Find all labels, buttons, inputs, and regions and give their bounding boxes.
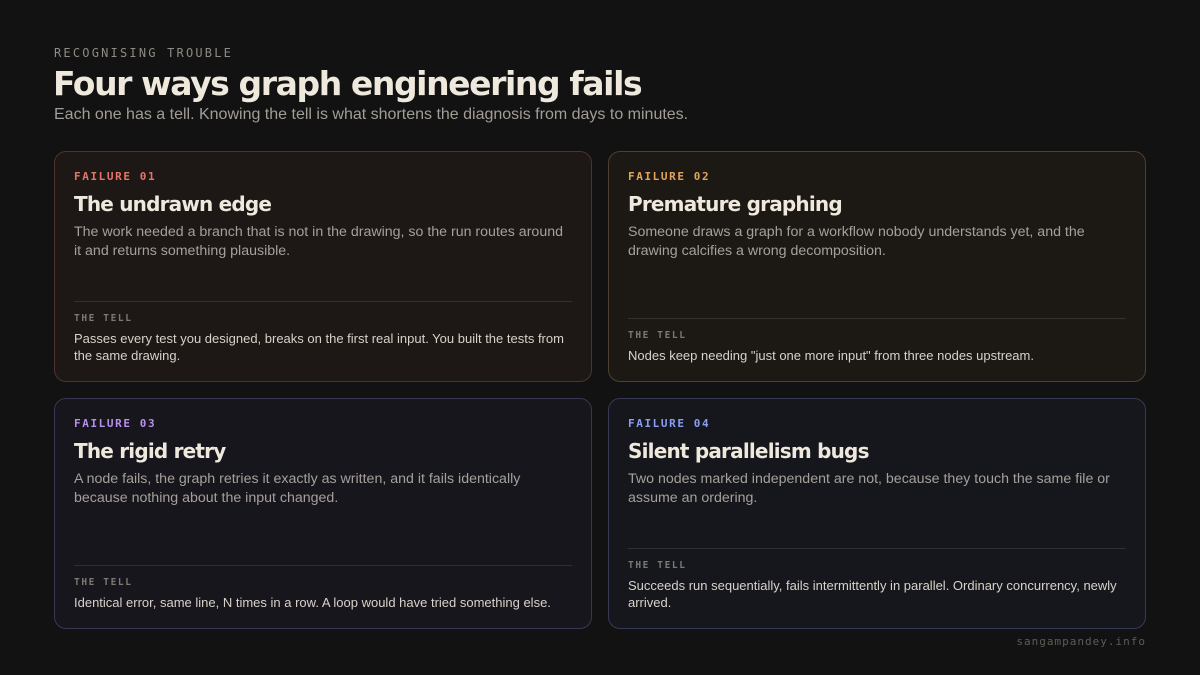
failure-description: Two nodes marked independent are not, be… <box>628 471 1110 506</box>
failure-tag: FAILURE 02 <box>628 170 711 183</box>
failure-card-02: FAILURE 02 Premature graphing Someone dr… <box>608 151 1146 382</box>
site-credit: sangampandey.info <box>1016 635 1146 648</box>
failure-title: The undrawn edge <box>74 192 272 216</box>
page-subtitle: Each one has a tell. Knowing the tell is… <box>54 106 689 123</box>
tell-label: THE TELL <box>628 330 687 341</box>
tell-label: THE TELL <box>628 560 687 571</box>
tell-text: Nodes keep needing "just one more input"… <box>628 348 1034 363</box>
failure-tag: FAILURE 04 <box>628 417 711 430</box>
page-title: Four ways graph engineering fails <box>53 64 643 103</box>
tell-text: Identical error, same line, N times in a… <box>74 595 551 610</box>
divider <box>74 301 572 302</box>
divider <box>74 565 572 566</box>
failure-description: The work needed a branch that is not in … <box>74 224 563 259</box>
failure-tag: FAILURE 01 <box>74 170 157 183</box>
failure-title: Premature graphing <box>628 192 843 216</box>
failure-description: A node fails, the graph retries it exact… <box>74 471 521 506</box>
tell-label: THE TELL <box>74 577 133 588</box>
failure-card-04: FAILURE 04 Silent parallelism bugs Two n… <box>608 398 1146 629</box>
failure-tag: FAILURE 03 <box>74 417 157 430</box>
failure-title: The rigid retry <box>74 439 226 463</box>
tell-text: Passes every test you designed, breaks o… <box>74 331 564 363</box>
divider <box>628 548 1126 549</box>
tell-label: THE TELL <box>74 313 133 324</box>
failure-title: Silent parallelism bugs <box>628 439 869 463</box>
divider <box>628 318 1126 319</box>
failure-description: Someone draws a graph for a workflow nob… <box>628 224 1085 259</box>
failure-card-01: FAILURE 01 The undrawn edge The work nee… <box>54 151 592 382</box>
failure-card-03: FAILURE 03 The rigid retry A node fails,… <box>54 398 592 629</box>
eyebrow-label: RECOGNISING TROUBLE <box>54 46 234 60</box>
tell-text: Succeeds run sequentially, fails intermi… <box>628 578 1117 610</box>
